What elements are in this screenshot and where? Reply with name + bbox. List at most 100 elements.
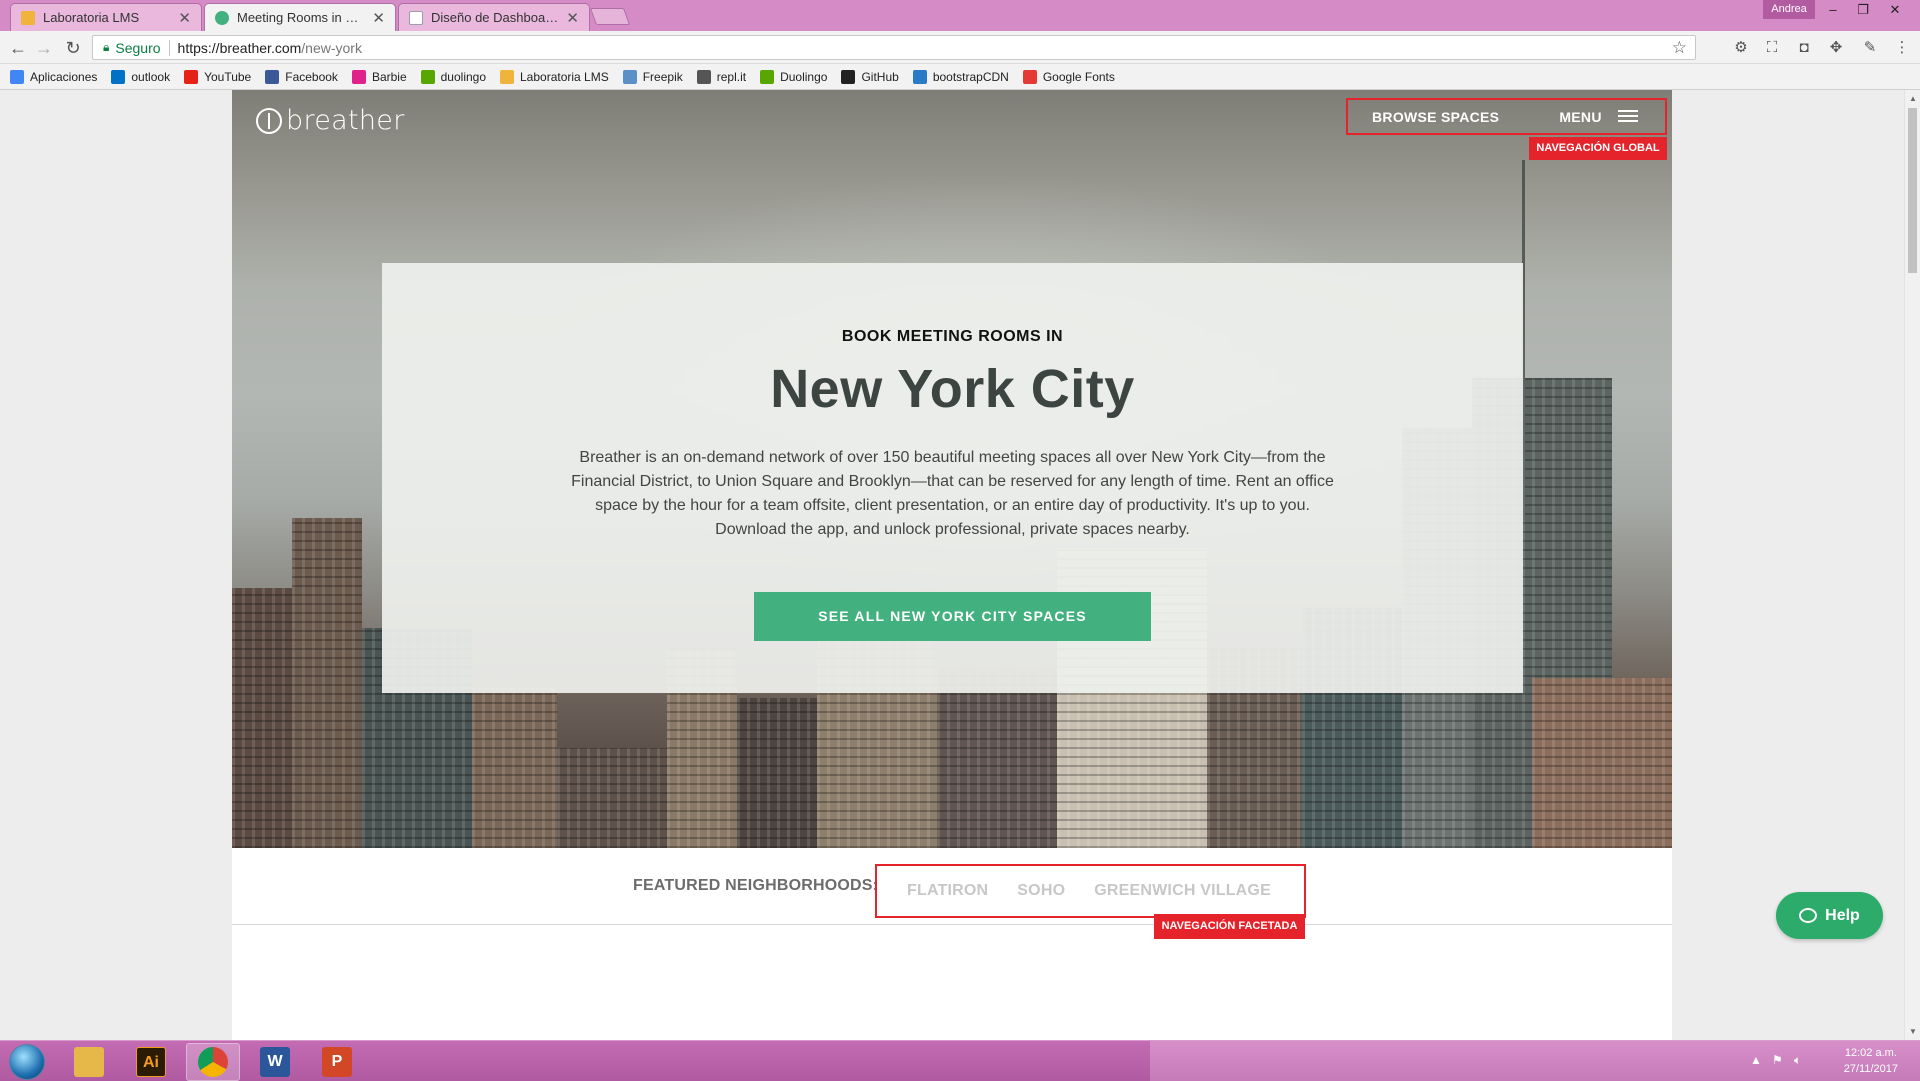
bookmark-item[interactable]: Laboratoria LMS (500, 69, 609, 84)
scroll-up-icon[interactable]: ▲ (1905, 94, 1920, 103)
bootstrapcdn-icon (912, 69, 927, 84)
skyline-building (737, 698, 817, 848)
clock-date: 27/11/2017 (1843, 1063, 1898, 1075)
hero-card: BOOK MEETING ROOMS IN New York City Brea… (382, 263, 1523, 693)
close-tab-icon[interactable]: ✕ (566, 9, 579, 27)
skyline-building (937, 668, 1057, 848)
bookmark-item[interactable]: Aplicaciones (10, 69, 97, 84)
hamburger-icon (1617, 110, 1638, 123)
taskbar-chrome[interactable] (186, 1043, 240, 1081)
tab-breather[interactable]: Meeting Rooms in New Y ✕ (204, 3, 396, 31)
clock-time: 12:02 a.m. (1844, 1047, 1897, 1059)
powerpoint-icon: P (322, 1047, 352, 1077)
close-window-icon[interactable]: ✕ (1880, 0, 1910, 20)
freepik-icon (622, 69, 637, 84)
scroll-down-icon[interactable]: ▼ (1905, 1027, 1920, 1036)
breather-page: breather BROWSE SPACES MENU NAVEGACIÓN G… (232, 90, 1672, 1040)
scrollbar-thumb[interactable] (1908, 108, 1917, 273)
folder-icon (74, 1047, 104, 1077)
profile-badge[interactable]: Andrea (1763, 0, 1815, 19)
help-label: Help (1825, 906, 1860, 924)
illustrator-icon: Ai (136, 1047, 166, 1077)
skyline-building (472, 688, 557, 848)
bookmark-item[interactable]: YouTube (184, 69, 252, 84)
bookmark-item[interactable]: duolingo (420, 69, 486, 84)
bookmark-item[interactable]: repl.it (696, 69, 746, 84)
taskbar-powerpoint[interactable]: P (310, 1043, 364, 1081)
reload-icon[interactable]: ↻ (61, 36, 85, 60)
neighborhood-link-soho[interactable]: SOHO (1017, 882, 1065, 900)
volume-icon[interactable]: 🔈︎ (1794, 1053, 1801, 1068)
extension-icon[interactable]: ⚙ (1731, 38, 1751, 58)
close-tab-icon[interactable]: ✕ (372, 9, 385, 27)
outlook-icon (111, 69, 126, 84)
new-tab-button[interactable] (589, 8, 631, 25)
page-viewport: breather BROWSE SPACES MENU NAVEGACIÓN G… (0, 90, 1904, 1040)
lock-icon: 🔒︎ (103, 40, 110, 54)
browse-spaces-link[interactable]: BROWSE SPACES (1372, 109, 1499, 125)
close-tab-icon[interactable]: ✕ (178, 9, 191, 27)
tab-title: Laboratoria LMS (43, 10, 140, 25)
bookmark-item[interactable]: Facebook (265, 69, 338, 84)
security-label: Seguro (115, 39, 161, 56)
duolingo-icon (420, 69, 435, 84)
minimize-icon[interactable]: – (1818, 0, 1848, 20)
pocket-icon[interactable]: ◘ (1794, 38, 1814, 58)
bookmark-item[interactable]: bootstrapCDN (912, 69, 1009, 84)
skyline-building (292, 518, 362, 848)
move-icon[interactable]: ✥ (1826, 38, 1846, 58)
separator (168, 39, 170, 56)
hero-section: breather BROWSE SPACES MENU NAVEGACIÓN G… (232, 90, 1672, 848)
chrome-icon (198, 1047, 228, 1077)
menu-button[interactable]: MENU (1559, 109, 1638, 125)
tab-title: Meeting Rooms in New Y (237, 10, 366, 25)
bookmark-star-icon[interactable]: ☆ (1672, 38, 1687, 58)
page-title: New York City (770, 359, 1135, 419)
bookmark-item[interactable]: Duolingo (760, 69, 828, 84)
facebook-icon (265, 69, 280, 84)
help-button[interactable]: Help (1776, 892, 1883, 939)
system-clock[interactable]: 12:02 a.m. 27/11/2017 (1844, 1045, 1898, 1077)
tab-laboratoria[interactable]: Laboratoria LMS ✕ (10, 3, 202, 31)
featured-label: FEATURED NEIGHBORHOODS: (633, 877, 879, 894)
neighborhood-link-flatiron[interactable]: FLATIRON (907, 882, 988, 900)
start-button[interactable] (9, 1044, 45, 1080)
page-scrollbar[interactable]: ▲ ▼ (1904, 90, 1920, 1040)
chrome-menu-icon[interactable]: ⋮ (1892, 38, 1912, 58)
see-all-spaces-button[interactable]: SEE ALL NEW YORK CITY SPACES (754, 592, 1151, 641)
github-icon (841, 69, 856, 84)
windows-taskbar: Ai W P ▲ ⚑ 🔈︎ 12:02 a.m. 27/11/2017 (0, 1040, 1920, 1081)
taskbar-word[interactable]: W (248, 1043, 302, 1081)
global-navigation: BROWSE SPACES MENU (1346, 98, 1667, 135)
word-icon: W (260, 1047, 290, 1077)
back-icon[interactable]: ← (6, 36, 30, 60)
google-fonts-icon (1022, 69, 1037, 84)
taskbar-illustrator[interactable]: Ai (124, 1043, 178, 1081)
bookmark-item[interactable]: Freepik (622, 69, 683, 84)
show-hidden-icons-icon[interactable]: ▲ (1750, 1053, 1762, 1067)
bookmark-item[interactable]: Barbie (351, 69, 407, 84)
laboratoria-icon (500, 69, 514, 84)
taskbar-explorer[interactable] (62, 1043, 116, 1081)
url-host: https://breather.com (177, 39, 302, 56)
chat-bubble-icon (1799, 908, 1818, 923)
bookmark-label: duolingo (440, 69, 486, 84)
bookmark-label: YouTube (204, 69, 252, 84)
screenshot-icon[interactable]: ⛶ (1762, 38, 1782, 58)
bookmark-item[interactable]: Google Fonts (1022, 69, 1115, 84)
eyedropper-icon[interactable]: ✎ (1860, 38, 1880, 58)
featured-neighborhoods: FEATURED NEIGHBORHOODS: FLATIRON SOHO GR… (232, 848, 1672, 925)
tab-dashboards[interactable]: Diseño de Dashboards E ✕ (398, 3, 590, 31)
bookmark-item[interactable]: GitHub (841, 69, 899, 84)
forward-icon[interactable]: → (32, 36, 56, 60)
bookmark-item[interactable]: outlook (111, 69, 170, 84)
breather-logo[interactable]: breather (256, 105, 405, 136)
address-bar[interactable]: 🔒︎ Seguro https://breather.com/new-york … (92, 35, 1696, 60)
restore-icon[interactable]: ❐ (1848, 0, 1878, 20)
neighborhood-link-greenwich-village[interactable]: GREENWICH VILLAGE (1094, 882, 1271, 900)
global-navigation-annotation: NAVEGACIÓN GLOBAL (1529, 137, 1667, 160)
bookmark-label: Duolingo (780, 69, 828, 84)
faceted-navigation: FLATIRON SOHO GREENWICH VILLAGE (875, 864, 1306, 918)
flag-icon[interactable]: ⚑ (1772, 1053, 1783, 1067)
tab-strip: Laboratoria LMS ✕ Meeting Rooms in New Y… (0, 0, 1920, 31)
